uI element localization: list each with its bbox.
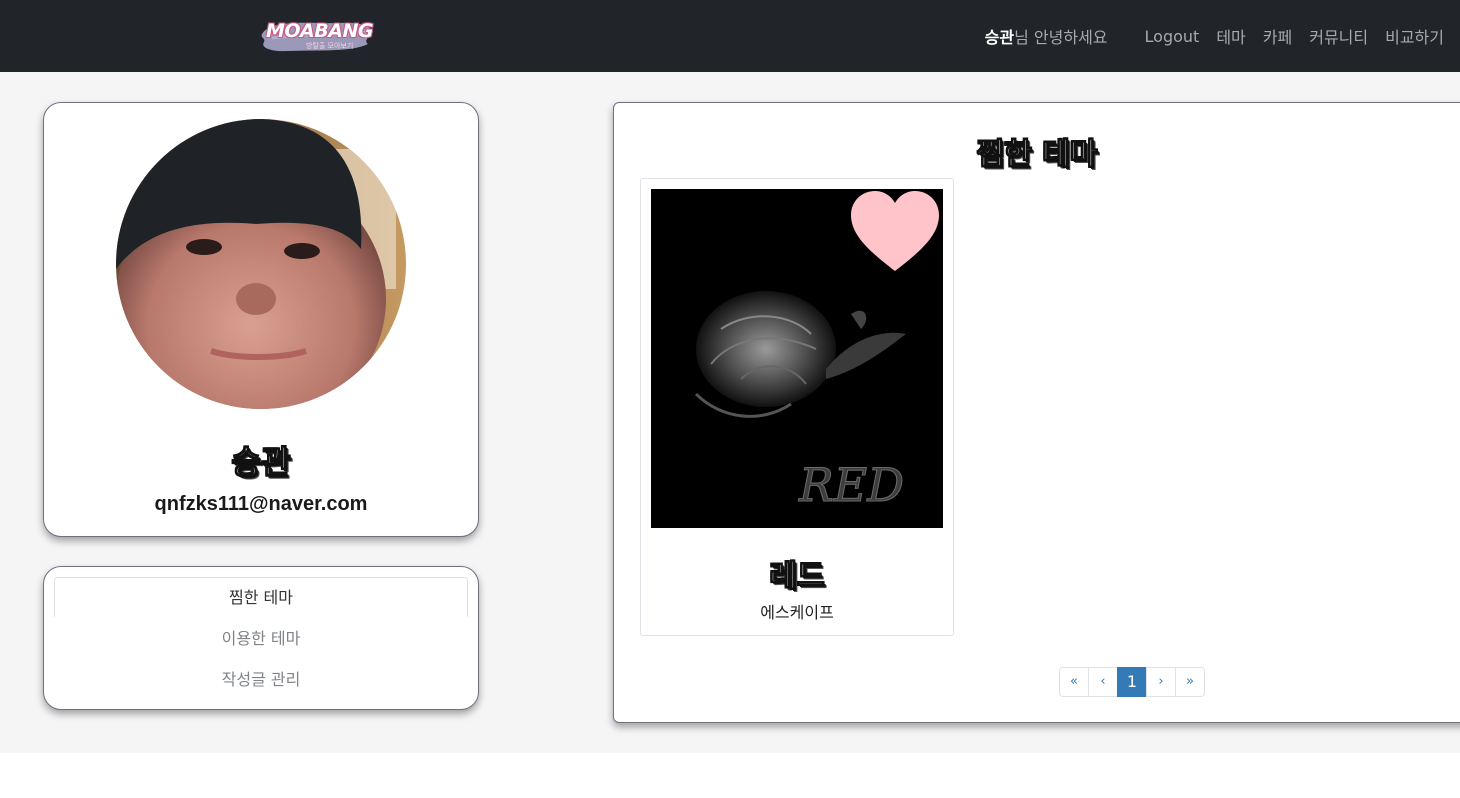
logo-text: MOABANG — [266, 20, 373, 42]
moabang-logo[interactable]: MOABANG 방탈출 모아보기 — [258, 14, 374, 56]
nav-community-link[interactable]: 커뮤니티 — [1309, 24, 1368, 48]
theme-name: 레드 — [769, 559, 825, 595]
menu-item-my-posts[interactable]: 작성글 관리 — [54, 660, 468, 700]
prev-page-button[interactable]: ‹ — [1088, 667, 1118, 697]
heart-icon[interactable] — [849, 189, 941, 275]
panel-title: 찜한 테마 — [976, 137, 1098, 173]
nav-compare-link[interactable]: 비교하기 — [1385, 24, 1444, 48]
theme-image-text: RED — [798, 458, 904, 512]
theme-category: 에스케이프 — [760, 603, 834, 622]
menu-item-liked-themes[interactable]: 찜한 테마 — [54, 577, 468, 617]
profile-avatar — [116, 119, 406, 409]
first-page-button[interactable]: « — [1059, 667, 1089, 697]
user-greeting: 승관님 안녕하세요 — [985, 24, 1108, 48]
profile-name: 승관 — [231, 442, 291, 481]
greeting-username: 승관 — [984, 28, 1015, 47]
mypage-menu: 찜한 테마 이용한 테마 작성글 관리 — [43, 566, 479, 710]
menu-item-used-themes[interactable]: 이용한 테마 — [54, 619, 468, 659]
nav-logout-link[interactable]: Logout — [1145, 27, 1200, 46]
last-page-button[interactable]: » — [1175, 667, 1205, 697]
theme-card[interactable]: RED 레드 에스케이프 — [640, 178, 954, 636]
profile-email: qnfzks111@naver.com — [154, 493, 368, 515]
current-page-button[interactable]: 1 — [1117, 667, 1147, 697]
greeting-suffix: 님 안녕하세요 — [1014, 28, 1108, 47]
theme-image[interactable]: RED — [651, 189, 943, 528]
pagination: « ‹ 1 › » — [1059, 667, 1205, 697]
profile-card: 승관 qnfzks111@naver.com — [43, 102, 479, 537]
next-page-button[interactable]: › — [1146, 667, 1176, 697]
logo-subtitle: 방탈출 모아보기 — [306, 42, 354, 50]
nav-links: 승관님 안녕하세요 Logout 테마 카페 커뮤니티 비교하기 — [985, 24, 1444, 48]
nav-theme-link[interactable]: 테마 — [1216, 24, 1245, 48]
liked-themes-panel: 찜한 테마 RED 레드 에스케이프 « ‹ 1 › » — [613, 102, 1460, 723]
top-navbar: MOABANG 방탈출 모아보기 승관님 안녕하세요 Logout 테마 카페 … — [0, 0, 1460, 72]
page-content: 승관 qnfzks111@naver.com 찜한 테마 이용한 테마 작성글 … — [0, 72, 1460, 753]
nav-cafe-link[interactable]: 카페 — [1263, 24, 1292, 48]
